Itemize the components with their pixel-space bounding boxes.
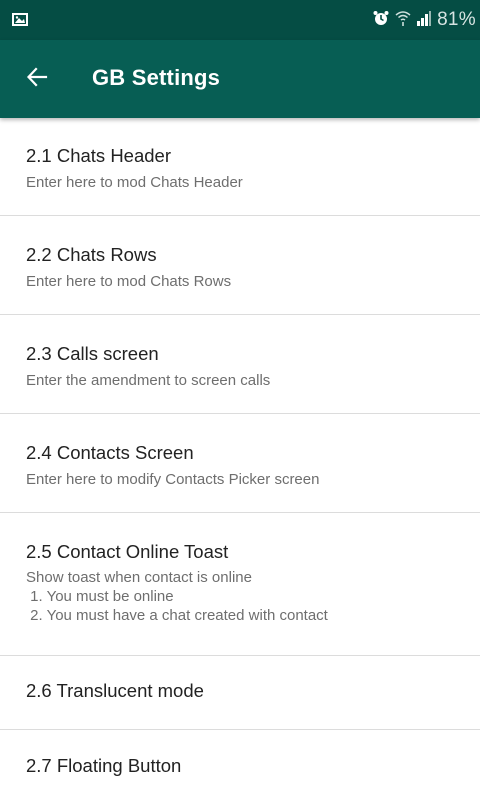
image-notification-icon [12, 13, 28, 26]
alarm-icon [373, 10, 389, 31]
status-bar: 81% [0, 0, 480, 40]
status-indicators: 81% [373, 8, 476, 32]
setting-translucent-mode[interactable]: 2.6 Translucent mode [0, 656, 480, 730]
setting-title: 2.2 Chats Rows [26, 244, 157, 265]
setting-subtitle: Enter the amendment to screen calls [26, 372, 271, 389]
settings-list: 2.1 Chats Header Enter here to mod Chats… [0, 118, 480, 804]
signal-icon [417, 10, 432, 31]
setting-subtitle: Enter here to mod Chats Rows [26, 273, 232, 290]
setting-subtitle-line: 1. You must be online [26, 588, 174, 605]
setting-calls-screen[interactable]: 2.3 Calls screen Enter the amendment to … [0, 315, 480, 414]
setting-subtitle: Show toast when contact is online [26, 569, 252, 586]
setting-chats-header[interactable]: 2.1 Chats Header Enter here to mod Chats… [0, 118, 480, 216]
setting-subtitle: Enter here to mod Chats Header [26, 174, 243, 191]
setting-contacts-screen[interactable]: 2.4 Contacts Screen Enter here to modify… [0, 414, 480, 513]
setting-subtitle: Enter here to modify Contacts Picker scr… [26, 471, 320, 488]
setting-title: 2.3 Calls screen [26, 343, 159, 364]
back-button[interactable] [22, 64, 52, 94]
arrow-left-icon [26, 66, 48, 93]
page-title: GB Settings [92, 65, 221, 90]
app-bar: GB Settings [0, 40, 480, 118]
wifi-icon [395, 9, 411, 32]
setting-title: 2.5 Contact Online Toast [26, 541, 229, 562]
setting-title: 2.6 Translucent mode [26, 680, 204, 701]
setting-title: 2.4 Contacts Screen [26, 442, 194, 463]
setting-floating-button[interactable]: 2.7 Floating Button [0, 730, 480, 804]
setting-contact-online-toast[interactable]: 2.5 Contact Online Toast Show toast when… [0, 513, 480, 656]
battery-percentage: 81% [437, 9, 476, 30]
setting-title: 2.7 Floating Button [26, 755, 182, 776]
setting-title: 2.1 Chats Header [26, 145, 172, 166]
setting-subtitle-line: 2. You must have a chat created with con… [26, 607, 328, 624]
setting-chats-rows[interactable]: 2.2 Chats Rows Enter here to mod Chats R… [0, 216, 480, 315]
